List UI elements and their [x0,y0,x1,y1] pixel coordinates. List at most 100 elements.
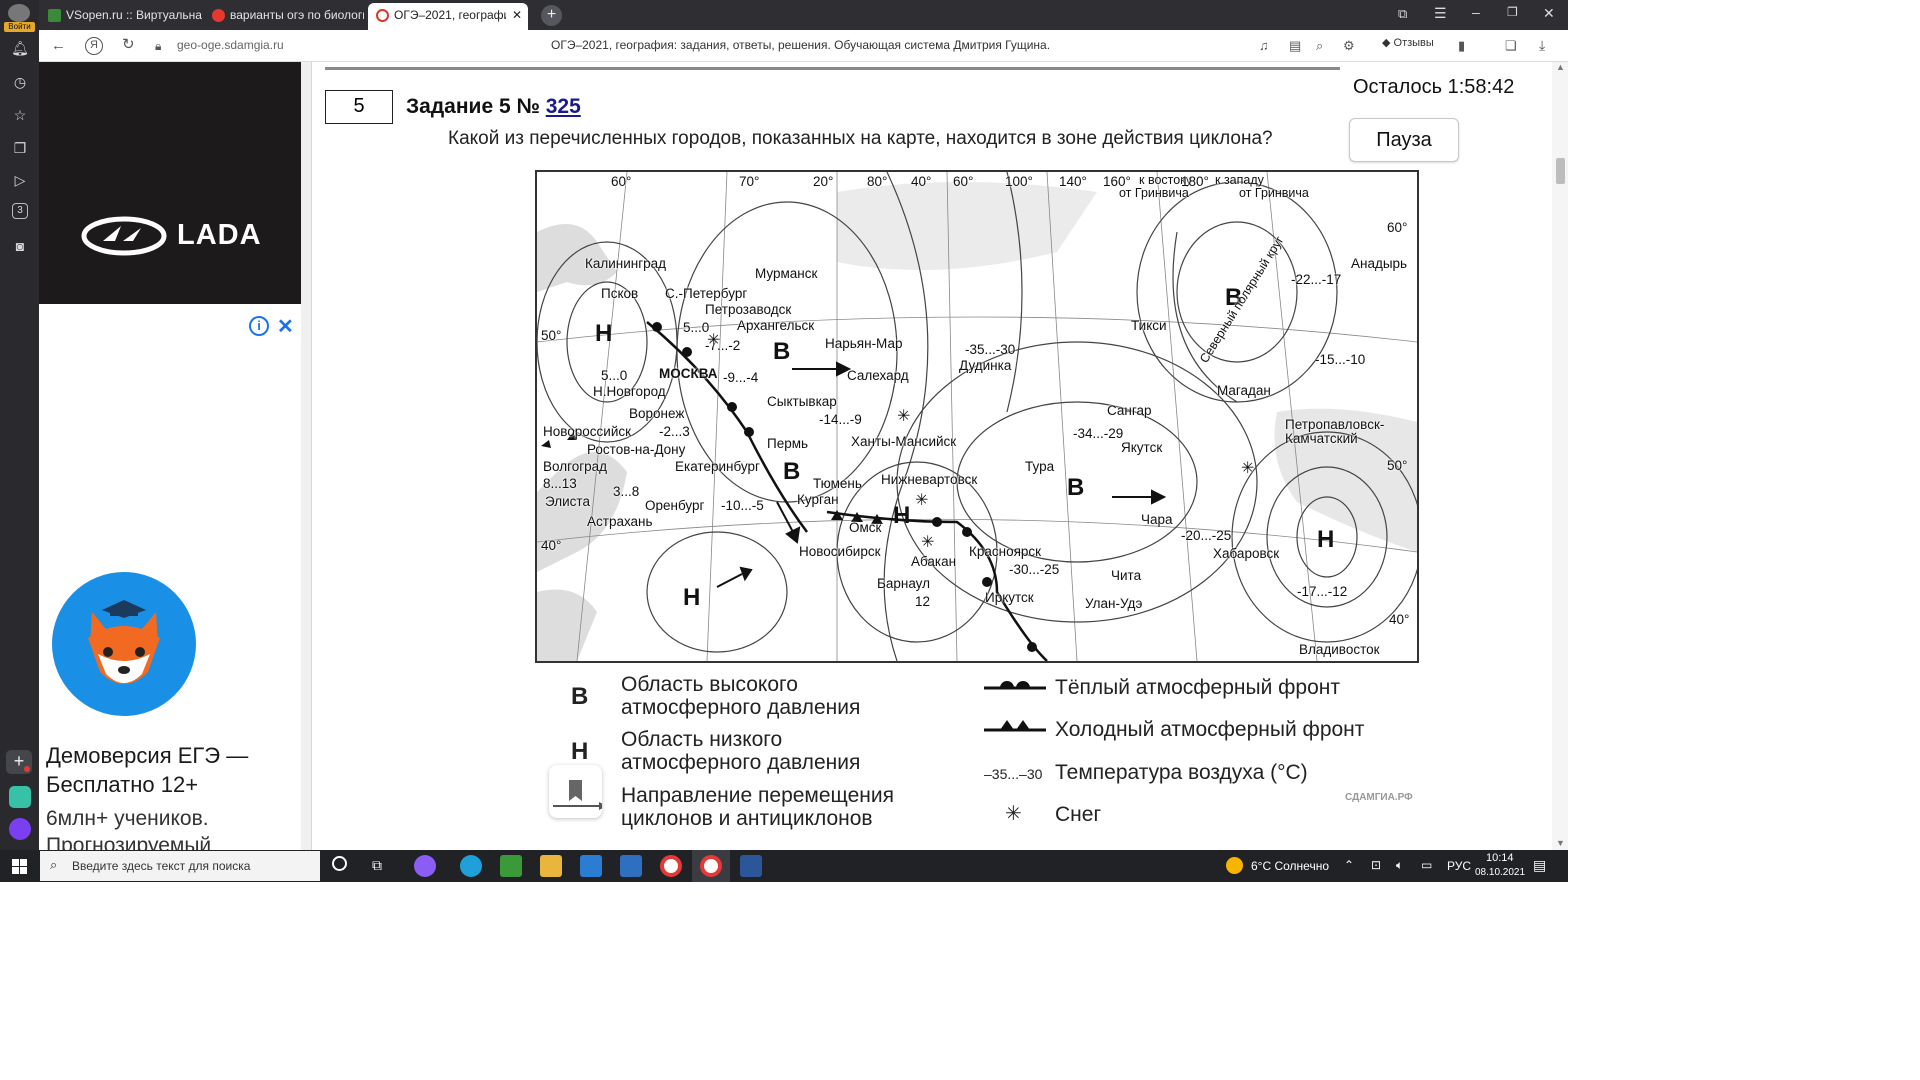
temp-label: 5...0 [601,368,628,383]
favorites-icon[interactable]: ☆ [10,105,30,125]
yandex-favicon-icon [212,9,225,22]
language-indicator[interactable]: РУС [1447,859,1471,873]
store-icon[interactable] [620,855,642,877]
demo-ad-title[interactable]: Демоверсия ЕГЭ — Бесплатно 12+ [46,741,286,799]
temp-label: -35...-30 [965,342,1016,357]
map-label-lat: 40° [541,538,562,553]
city-label: Волгоград [543,459,608,474]
legend-dir-text2: циклонов и антициклонов [621,807,873,830]
ad-close-icon[interactable]: ✕ [277,314,294,339]
collections-toolbar-icon[interactable]: ❏ [1505,38,1517,54]
reload-icon[interactable]: ↻ [122,37,135,53]
city-label: Тикси [1131,318,1167,333]
alice-taskbar-icon[interactable] [414,855,436,877]
yandex-browser-active[interactable] [692,850,730,882]
badge-icon[interactable]: 3 [12,203,28,219]
bookmark-float-button[interactable] [549,765,607,818]
notifications-icon[interactable]: 🔔︎ [10,38,30,58]
tray-chevron-icon[interactable]: ⌃ [1344,858,1354,872]
cortana-icon[interactable] [332,856,347,871]
ad-info-icon[interactable]: i [249,316,269,336]
volume-icon[interactable]: 🔈︎ [1396,858,1403,873]
tab-vsopen[interactable]: VSopen.ru :: Виртуальная ш [40,3,202,30]
scrollbar[interactable]: ▲ ▼ [1552,62,1568,850]
scrollbar-thumb[interactable] [1556,158,1565,184]
clock-date[interactable]: 08.10.2021 [1475,867,1525,878]
reviews-button[interactable]: ◆ Отзывы [1382,36,1434,49]
demo-ad-sub2: Прогнозируемый [46,834,212,850]
network-icon[interactable]: ⊡ [1371,858,1381,872]
bookmark-icon[interactable]: ▮ [1458,38,1465,54]
camera-icon[interactable]: ◙ [10,236,30,256]
media-icon[interactable]: ▷ [10,170,30,190]
word-icon[interactable] [740,855,762,877]
notifications-center-icon[interactable]: ▤ [1533,857,1546,874]
mail-icon[interactable] [580,855,602,877]
lada-ad[interactable]: LADA [39,62,301,304]
temp-label: 8...13 [543,476,577,491]
tab-sdamgia[interactable]: ОГЭ–2021, география: з ✕ [368,3,528,30]
scroll-down-icon[interactable]: ▼ [1556,838,1565,848]
city-label: Салехард [847,368,909,383]
url-field[interactable]: geo-oge.sdamgia.ru [177,38,284,52]
tab-biology[interactable]: варианты огэ по биологии [204,3,364,30]
pause-button[interactable]: Пауза [1349,118,1459,162]
legend-high-text2: атмосферного давления [621,696,861,719]
display-icon[interactable]: ▭ [1421,858,1432,872]
windows-start-icon[interactable] [12,859,27,874]
city-label: Элиста [545,494,590,509]
extension-icon[interactable]: ⚙ [1343,38,1355,54]
profile-avatar-icon[interactable] [8,4,30,22]
weather-icon[interactable] [1226,857,1243,874]
demo-ad[interactable]: i ✕ Демоверсия ЕГЭ — Бесплатно 12+ 6млн+… [39,312,301,850]
edge-icon[interactable] [460,855,482,877]
map-label-lon: 80° [867,174,888,189]
map-label-lat: 50° [541,328,562,343]
taskbar-search-input[interactable]: ⌕ Введите здесь текст для поиска [40,851,320,881]
city-label: С.-Петербург [665,286,748,301]
headphones-icon[interactable]: ♫ [1259,38,1269,54]
low-pressure-symbol: Н [1317,526,1335,553]
task-title: Задание 5 № 325 [406,95,581,119]
watermark: СДАМГИА.РФ [1345,792,1413,803]
low-pressure-symbol: Н [595,320,613,347]
yandex-browser-icon[interactable] [660,855,682,877]
excel-icon[interactable] [500,855,522,877]
alice-icon[interactable] [9,818,31,840]
weather-text[interactable]: 6°C Солнечно [1251,859,1329,873]
map-label-lon: 60° [611,174,632,189]
minimize-icon[interactable]: – [1472,4,1480,20]
map-label-lon: 70° [739,174,760,189]
temp-label: -14...-9 [819,412,862,427]
maximize-icon[interactable]: ❐ [1507,5,1518,19]
map-label-lat: 50° [1387,458,1408,473]
scroll-up-icon[interactable]: ▲ [1556,62,1565,72]
map-label-lon: 40° [911,174,932,189]
city-label: Красноярск [969,544,1042,559]
city-label: Ростов-на-Дону [587,442,686,457]
map-label-lon: 20° [813,174,834,189]
tab-label: варианты огэ по биологии [230,8,364,22]
history-icon[interactable]: ◷ [10,72,30,92]
close-window-icon[interactable]: ✕ [1543,5,1555,22]
task-view-icon[interactable]: ⧉ [372,857,382,874]
close-tab-icon[interactable]: ✕ [512,3,522,28]
menu-icon[interactable]: ☰ [1434,5,1447,22]
snow-icon: ✳ [897,408,911,425]
new-tab-button[interactable]: + [541,5,562,26]
login-button[interactable]: Войти [4,22,35,32]
collections-icon[interactable]: ❐ [10,138,30,158]
city-label: Воронеж [629,406,685,421]
file-explorer-icon[interactable] [540,855,562,877]
clock-time[interactable]: 10:14 [1486,852,1514,864]
downloads-icon[interactable]: ⤓ [1539,37,1545,53]
yandex-icon[interactable]: Я [85,37,103,55]
reader-icon[interactable]: ▤ [1289,38,1301,54]
yandex-browser-icon [700,855,722,877]
temp-label: 3...8 [613,484,640,499]
tabs-list-icon[interactable]: ⧉ [1398,6,1407,22]
task-id-link[interactable]: 325 [546,95,581,118]
app-icon[interactable] [9,786,31,808]
zoom-icon[interactable]: ⌕ [1316,38,1323,54]
back-icon[interactable]: ← [51,38,66,54]
